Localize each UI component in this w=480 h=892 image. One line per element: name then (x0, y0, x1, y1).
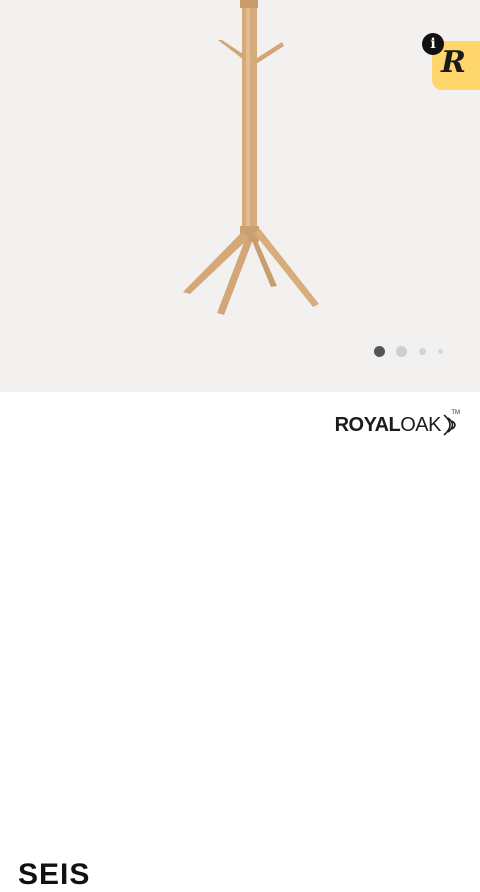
page-dot-4[interactable] (438, 349, 443, 354)
page-dot-2[interactable] (396, 346, 407, 357)
coat-stand-image (183, 0, 319, 315)
brand-logo[interactable]: ROYAL OAK TM (334, 410, 460, 438)
product-title: SEIS (18, 858, 91, 891)
product-image-gallery[interactable]: i R (0, 0, 480, 392)
brand-name-light: OAK (400, 413, 441, 436)
trademark-symbol: TM (451, 410, 460, 416)
promo-badge-letter: R (441, 45, 466, 80)
brand-name-bold: ROYAL (334, 413, 401, 436)
info-icon[interactable]: i (422, 33, 444, 55)
page-dot-1[interactable] (374, 346, 385, 357)
brand-section: ROYAL OAK TM SEIS (0, 392, 480, 891)
page-dot-3[interactable] (419, 348, 426, 355)
